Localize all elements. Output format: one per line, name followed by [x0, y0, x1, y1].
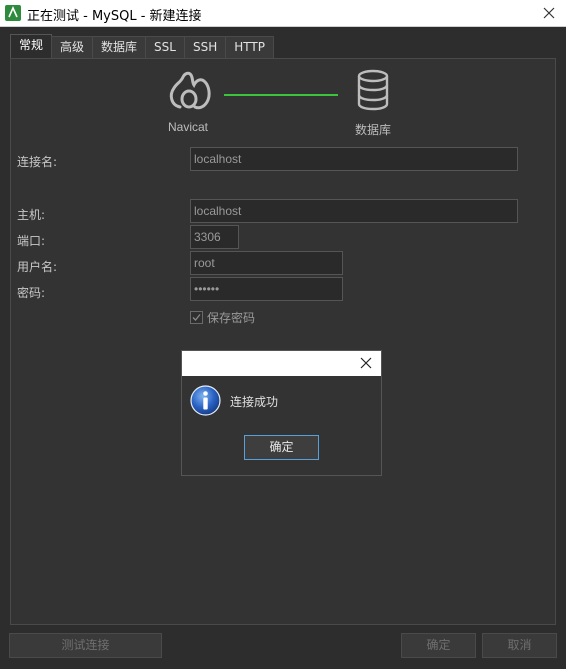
test-connection-button[interactable]: 测试连接	[9, 633, 162, 658]
navicat-app-icon	[5, 5, 21, 21]
save-password-checkbox[interactable]	[190, 311, 203, 324]
dialog-message: 连接成功	[230, 395, 279, 409]
tab-databases[interactable]: 数据库	[92, 36, 147, 58]
window-body: 常规 高级 数据库 SSL SSH HTTP Navicat 数据库 连接名: …	[0, 27, 566, 669]
host-input[interactable]: localhost	[190, 199, 518, 223]
close-icon[interactable]	[540, 4, 558, 22]
database-label: 数据库	[355, 123, 392, 137]
window-title: 正在测试 - MySQL - 新建连接	[27, 9, 202, 24]
navicat-label: Navicat	[168, 120, 209, 134]
host-label: 主机:	[17, 208, 46, 222]
tab-ssl[interactable]: SSL	[145, 36, 185, 58]
checkmark-icon	[192, 314, 201, 321]
info-icon	[190, 385, 221, 416]
connection-line	[224, 94, 338, 96]
username-input[interactable]: root	[190, 251, 343, 275]
window-titlebar: 正在测试 - MySQL - 新建连接	[0, 0, 566, 27]
ok-button[interactable]: 确定	[401, 633, 476, 658]
tab-bar: 常规 高级 数据库 SSL SSH HTTP	[10, 34, 274, 58]
navicat-logo-icon	[169, 71, 211, 110]
port-input[interactable]: 3306	[190, 225, 239, 249]
dialog-titlebar	[182, 351, 381, 376]
connection-name-input[interactable]: localhost	[190, 147, 518, 171]
username-label: 用户名:	[17, 260, 58, 274]
general-panel: Navicat 数据库 连接名: localhost 主机: localhost…	[10, 58, 556, 625]
tab-advanced[interactable]: 高级	[51, 36, 94, 58]
success-dialog: 连接成功 确定	[181, 350, 382, 476]
port-label: 端口:	[17, 234, 46, 248]
save-password-label: 保存密码	[207, 311, 256, 325]
password-input[interactable]: ••••••	[190, 277, 343, 301]
save-password-row: 保存密码	[190, 309, 255, 326]
tab-general[interactable]: 常规	[10, 34, 53, 58]
password-label: 密码:	[17, 286, 46, 300]
close-icon[interactable]	[359, 356, 373, 370]
tab-http[interactable]: HTTP	[225, 36, 274, 58]
connection-name-label: 连接名:	[17, 155, 58, 169]
dialog-ok-button[interactable]: 确定	[244, 435, 319, 460]
cancel-button[interactable]: 取消	[482, 633, 557, 658]
database-icon	[357, 69, 389, 111]
tab-ssh[interactable]: SSH	[183, 36, 227, 58]
